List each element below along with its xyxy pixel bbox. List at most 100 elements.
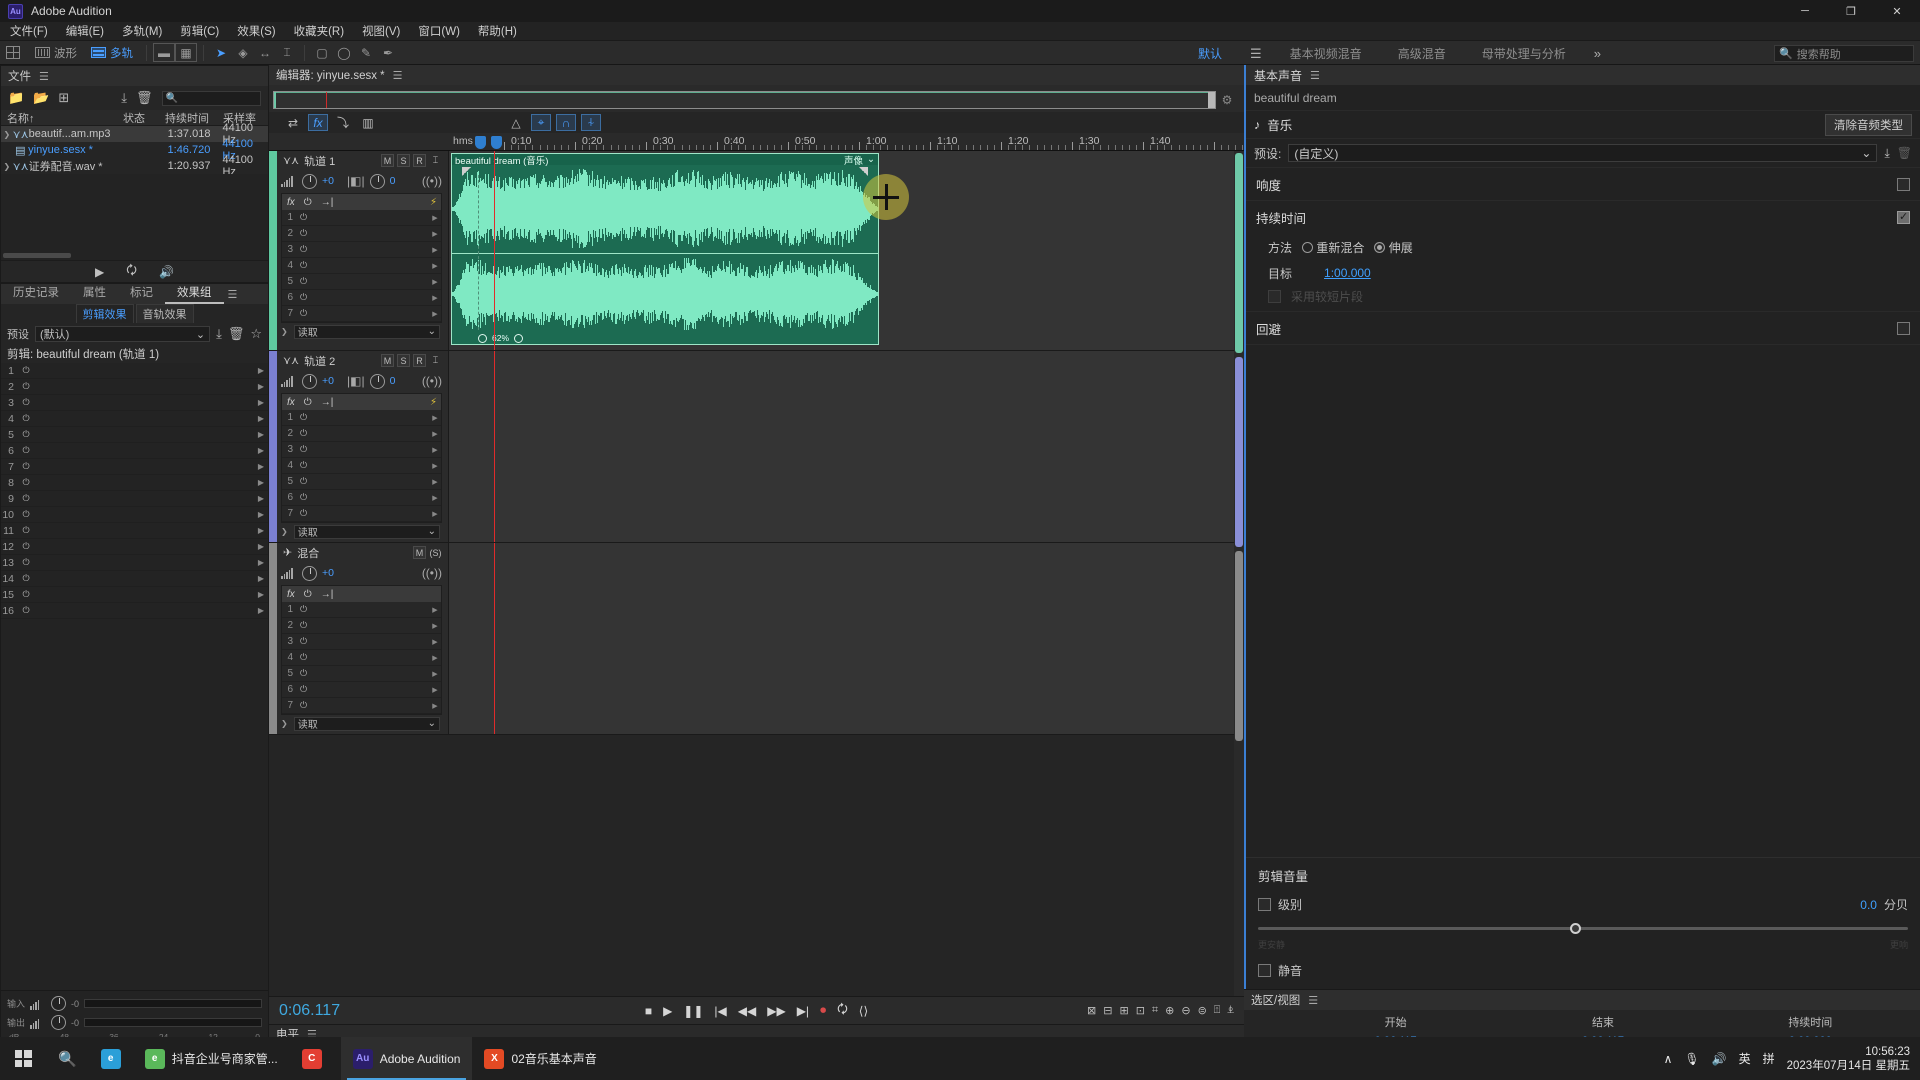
metronome-icon[interactable]: △ [506,114,526,131]
power-icon[interactable]: ⏻ [19,589,33,600]
effect-slot-row[interactable]: 7 ⏻ ▶ [1,459,268,475]
chevron-right-icon[interactable]: ▶ [429,462,441,470]
menu-item-help[interactable]: 帮助(H) [478,23,517,39]
new-file-icon[interactable]: ⊞ [58,90,69,106]
help-search-box[interactable]: 🔍 搜索帮助 [1774,45,1914,62]
taskbar-item-course[interactable]: X 02音乐基本声音 [472,1037,608,1080]
rack-fx-icon[interactable]: fx [287,397,295,408]
files-horizontal-scrollbar[interactable] [3,253,71,258]
menu-item-window[interactable]: 窗口(W) [418,23,460,39]
chevron-right-icon[interactable]: ▶ [429,278,441,286]
chevron-right-icon[interactable]: ▶ [429,478,441,486]
duration-checkbox[interactable] [1897,210,1910,224]
playhead-mix[interactable] [494,543,495,734]
insert-into-multitrack-icon[interactable]: ⤓ [121,90,127,106]
track-header-2[interactable]: ⋎⋏ 轨道 2 M S R ⌶ +0 |◧| 0 ((•)) fx ⏻ →| ⚡… [269,351,449,543]
taskbar-search[interactable]: 🔍 [46,1037,89,1080]
track-pan-knob[interactable] [369,173,385,189]
chevron-right-icon[interactable]: ▶ [254,478,268,487]
effect-slot-row[interactable]: 15 ⏻ ▶ [1,587,268,603]
razor-tool-icon[interactable]: ⌶ [276,43,298,62]
paintbrush-tool-icon[interactable]: ✎ [355,43,377,62]
track-effect-slot-row[interactable]: 5 ⏻ ▶ [282,274,441,290]
metronome-button[interactable]: ⟨⟩ [859,1004,868,1018]
reverb-checkbox[interactable] [1897,321,1910,335]
essential-sound-menu-icon[interactable]: ☰ [1310,69,1320,82]
chevron-right-icon[interactable]: ▶ [429,230,441,238]
menu-item-clip[interactable]: 剪辑(C) [180,23,219,39]
track-name[interactable]: 轨道 1 [304,153,335,169]
track-output-icon[interactable]: ((•)) [422,174,448,188]
expand-arrow-icon[interactable]: ❯ [1,130,13,139]
chevron-right-icon[interactable]: ▶ [429,494,441,502]
file-row-3[interactable]: ❯ ⋎⋏ 证券配音.wav * 1:20.937 44100 Hz [1,154,268,178]
effects-panel-menu-icon[interactable]: ☰ [224,288,238,301]
scroll-thumb-track1[interactable] [1235,153,1243,353]
effect-slot-row[interactable]: 8 ⏻ ▶ [1,475,268,491]
power-icon[interactable]: ⏻ [19,413,33,424]
track-effect-slot-row[interactable]: 4 ⏻ ▶ [282,458,441,474]
preview-play-icon[interactable]: ▶ [95,265,104,279]
track-effect-slot-row[interactable]: 6 ⏻ ▶ [282,290,441,306]
automation-expand-icon[interactable]: ❯ [281,527,288,536]
track-1-lane[interactable]: beautiful dream (音乐) 声像 ⌄ 62% [449,151,1244,351]
power-icon[interactable]: ⏻ [297,476,310,487]
effect-slot-row[interactable]: 5 ⏻ ▶ [1,427,268,443]
loudness-checkbox[interactable] [1897,177,1910,191]
power-icon[interactable]: ⏻ [19,509,33,520]
toggle-fx-icon[interactable]: fx [308,114,328,131]
menu-item-effects[interactable]: 效果(S) [237,23,275,39]
power-icon[interactable]: ⏻ [297,636,310,647]
tab-markers[interactable]: 标记 [118,284,165,304]
microphone-icon[interactable]: 🎙 [1684,1052,1699,1066]
effect-slot-row[interactable]: 12 ⏻ ▶ [1,539,268,555]
taskbar-item-audition[interactable]: Au Adobe Audition [340,1037,473,1080]
rack-send-icon[interactable]: →| [321,397,334,408]
chevron-right-icon[interactable]: ▶ [254,398,268,407]
chevron-right-icon[interactable]: ▶ [429,686,441,694]
level-value[interactable]: 0.0 [1860,898,1877,912]
expand-arrow-icon[interactable]: ❯ [1,162,13,171]
track-solo-button[interactable]: S [397,154,410,167]
track-effect-slot-row[interactable]: 3 ⏻ ▶ [282,242,441,258]
power-icon[interactable]: ⏻ [297,508,310,519]
automation-mode-dropdown[interactable]: 读取 ⌄ [293,524,440,539]
track-effect-slot-row[interactable]: 4 ⏻ ▶ [282,650,441,666]
track-effect-slot-row[interactable]: 2 ⏻ ▶ [282,426,441,442]
chevron-right-icon[interactable]: ▶ [254,430,268,439]
workspace-default[interactable]: 默认 [1180,41,1240,66]
power-icon[interactable]: ⏻ [297,292,310,303]
effect-slot-row[interactable]: 16 ⏻ ▶ [1,603,268,619]
marquee-tool-icon[interactable]: ▢ [311,43,333,62]
effect-slot-row[interactable]: 13 ⏻ ▶ [1,555,268,571]
chevron-right-icon[interactable]: ▶ [429,638,441,646]
track-name[interactable]: 混合 [297,545,319,561]
track-effect-slot-row[interactable]: 3 ⏻ ▶ [282,442,441,458]
track-effect-slot-row[interactable]: 5 ⏻ ▶ [282,474,441,490]
lasso-tool-icon[interactable]: ◯ [333,43,355,62]
chevron-right-icon[interactable]: ▶ [254,526,268,535]
column-duration[interactable]: 持续时间 [165,110,223,126]
monitor-icon[interactable]: ∩ [556,114,576,131]
track-header-mix[interactable]: ✈ 混合 M (S) +0 ((•)) fx ⏻ →| 1 ⏻ ▶ 2 ⏻ ▶ … [269,543,449,735]
automation-mode-dropdown[interactable]: 读取 ⌄ [293,324,440,339]
track-record-button[interactable]: R [413,354,426,367]
subtab-track-effects[interactable]: 音轨效果 [135,303,194,324]
automation-expand-icon[interactable]: ❯ [281,327,288,336]
marker-in-icon[interactable] [475,136,486,149]
track-solo-button[interactable]: (S) [429,546,442,559]
clip-fade-icon[interactable] [478,333,487,343]
rack-send-icon[interactable]: →| [321,589,334,600]
column-status[interactable]: 状态 [123,110,165,126]
power-icon[interactable]: ⏻ [19,397,33,408]
effect-slot-row[interactable]: 6 ⏻ ▶ [1,443,268,459]
track-volume-knob[interactable] [302,373,317,389]
target-value[interactable]: 1:00.000 [1324,266,1371,280]
level-slider[interactable] [1258,920,1908,936]
output-gain-knob[interactable] [51,1015,67,1030]
track-record-button[interactable]: R [413,154,426,167]
power-icon[interactable]: ⏻ [19,477,33,488]
preview-loop-icon[interactable]: 🗘 [126,261,137,282]
track-effect-slot-row[interactable]: 1 ⏻ ▶ [282,210,441,226]
chevron-right-icon[interactable]: ▶ [254,366,268,375]
